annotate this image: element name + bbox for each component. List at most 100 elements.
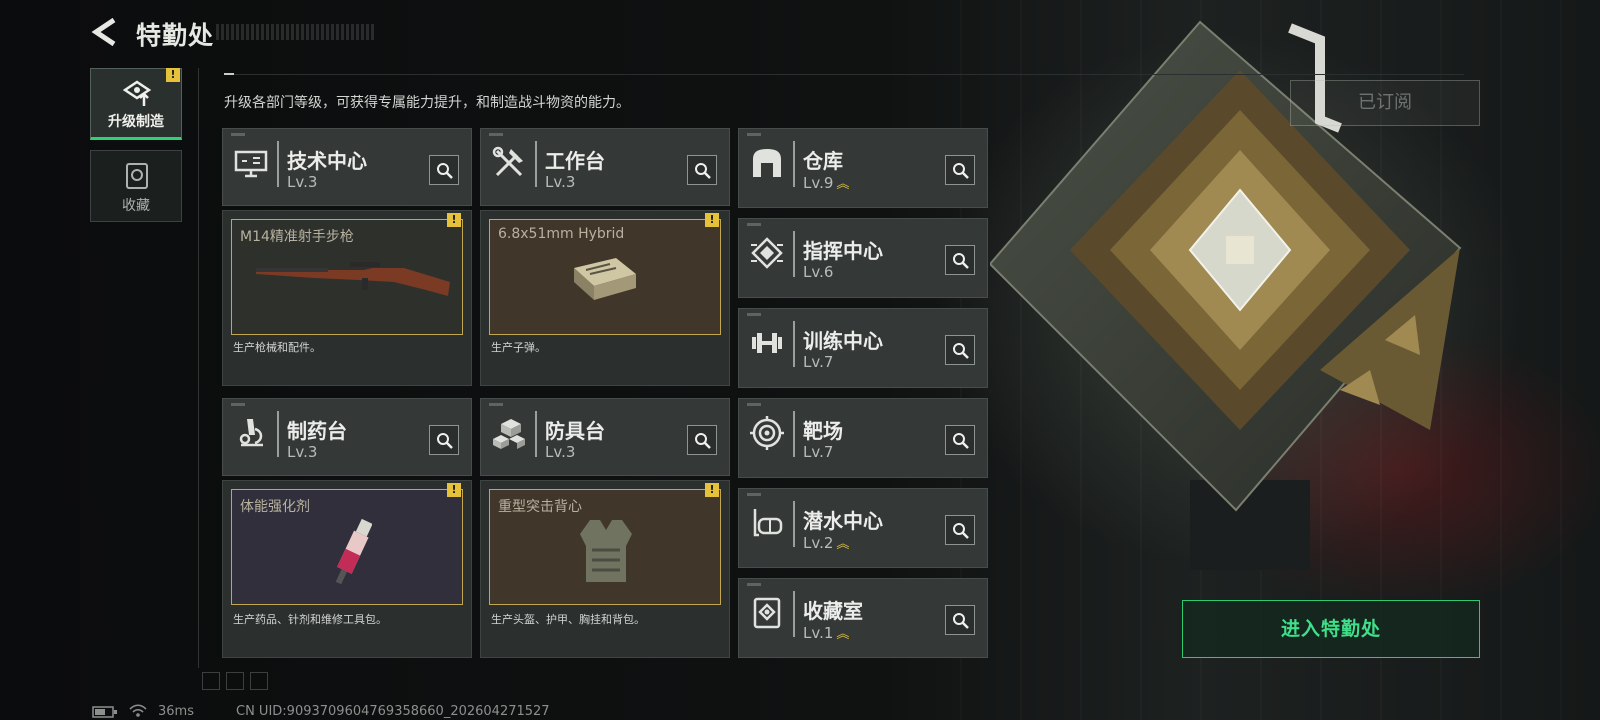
- side-divider: [198, 68, 199, 668]
- product-description: 生产子弹。: [491, 341, 546, 354]
- facility-name: 训练中心: [803, 329, 883, 353]
- facility-level: Lv.1 ︽: [803, 624, 850, 642]
- facility-card-training-center[interactable]: 训练中心 Lv.7: [738, 308, 988, 388]
- subscribed-button[interactable]: 已订阅: [1290, 80, 1480, 126]
- product-description: 生产枪械和配件。: [233, 341, 321, 354]
- search-icon: [695, 433, 711, 449]
- upgrade-available-icon: ︽: [836, 627, 850, 642]
- search-icon: [437, 433, 453, 449]
- facility-name: 仓库: [803, 149, 843, 173]
- inspect-button[interactable]: [945, 425, 975, 455]
- search-icon: [953, 343, 969, 359]
- inspect-button[interactable]: [429, 425, 459, 455]
- warning-badge: !: [447, 483, 461, 497]
- inspect-button[interactable]: [945, 335, 975, 365]
- warning-badge: !: [166, 68, 180, 82]
- facility-card-shooting-range[interactable]: 靶场 Lv.7: [738, 398, 988, 478]
- warning-badge: !: [447, 213, 461, 227]
- facility-card-diving-center[interactable]: 潜水中心 Lv.2 ︽: [738, 488, 988, 568]
- facility-level: Lv.3: [287, 443, 318, 461]
- facility-name: 工作台: [545, 149, 605, 173]
- facility-name: 防具台: [545, 419, 605, 443]
- product-description: 生产头盔、护甲、胸挂和背包。: [491, 613, 645, 626]
- product-slot[interactable]: 重型突击背心: [489, 489, 721, 605]
- cubes-icon: [493, 419, 525, 449]
- facility-level: Lv.7: [803, 443, 834, 461]
- inspect-button[interactable]: [945, 155, 975, 185]
- card-corner-mark: [747, 403, 761, 406]
- collection-icon: [753, 597, 781, 629]
- inspect-button[interactable]: [945, 515, 975, 545]
- collection-icon: [126, 163, 148, 189]
- inspect-button[interactable]: [429, 155, 459, 185]
- card-corner-mark: [747, 133, 761, 136]
- search-icon: [695, 163, 711, 179]
- inspect-button[interactable]: [687, 155, 717, 185]
- decor-square: [202, 672, 220, 690]
- diving-mask-icon: [753, 509, 783, 537]
- card-corner-mark: [747, 223, 761, 226]
- monitor-icon: [234, 150, 268, 178]
- card-separator: [535, 411, 537, 457]
- product-slot[interactable]: 体能强化剂: [231, 489, 463, 605]
- warning-badge: !: [705, 483, 719, 497]
- product-name: 重型突击背心: [498, 499, 582, 515]
- search-icon: [953, 433, 969, 449]
- ammo-box-icon: [574, 258, 636, 300]
- side-tab-label: 收藏: [122, 198, 150, 214]
- side-tab-collection[interactable]: 收藏: [90, 150, 182, 222]
- facility-name: 收藏室: [803, 599, 863, 623]
- vest-icon: [580, 520, 632, 582]
- card-corner-mark: [489, 133, 503, 136]
- facility-level: Lv.2 ︽: [803, 534, 850, 552]
- facility-card-workbench[interactable]: 工作台 Lv.3: [480, 128, 730, 206]
- card-corner-mark: [747, 493, 761, 496]
- card-separator: [277, 411, 279, 457]
- battery-icon: [92, 706, 117, 718]
- warehouse-icon: [753, 149, 781, 177]
- dumbbell-icon: [752, 333, 782, 353]
- facility-card-command-center[interactable]: 指挥中心 Lv.6: [738, 218, 988, 298]
- card-separator: [277, 141, 279, 187]
- side-tab-label: 升级制造: [108, 114, 164, 130]
- card-separator: [793, 321, 795, 367]
- card-corner-mark: [747, 583, 761, 586]
- card-separator: [793, 141, 795, 187]
- product-name: 体能强化剂: [240, 499, 310, 515]
- card-corner-mark: [231, 133, 245, 136]
- product-slot[interactable]: M14精准射手步枪: [231, 219, 463, 335]
- inspect-button[interactable]: [687, 425, 717, 455]
- search-icon: [953, 613, 969, 629]
- search-icon: [953, 253, 969, 269]
- chip-icon: [751, 237, 783, 269]
- product-slot[interactable]: 6.8x51mm Hybrid: [489, 219, 721, 335]
- inspect-button[interactable]: [945, 605, 975, 635]
- facility-card-armor-bench[interactable]: 防具台 Lv.3: [480, 398, 730, 476]
- search-icon: [953, 163, 969, 179]
- page-description: 升级各部门等级，可获得专属能力提升，和制造战斗物资的能力。: [224, 95, 630, 111]
- product-panel-pharmacy: 体能强化剂 ! 生产药品、针剂和维修工具包。: [222, 480, 472, 658]
- facility-name: 技术中心: [287, 149, 367, 173]
- facility-card-pharmacy[interactable]: 制药台 Lv.3: [222, 398, 472, 476]
- facility-name: 靶场: [803, 419, 843, 443]
- card-corner-mark: [747, 313, 761, 316]
- enter-special-ops-button[interactable]: 进入特勤处: [1182, 600, 1480, 658]
- search-icon: [953, 523, 969, 539]
- inspect-button[interactable]: [945, 245, 975, 275]
- product-name: 6.8x51mm Hybrid: [498, 226, 625, 242]
- wifi-icon: [129, 704, 147, 717]
- back-button[interactable]: [88, 14, 124, 50]
- card-corner-mark: [231, 403, 245, 406]
- facility-level: Lv.3: [545, 173, 576, 191]
- facility-level: Lv.3: [287, 173, 318, 191]
- facility-level: Lv.3: [545, 443, 576, 461]
- ping-readout: 36ms: [158, 704, 194, 719]
- warning-badge: !: [705, 213, 719, 227]
- product-panel-workbench: 6.8x51mm Hybrid ! 生产子弹。: [480, 210, 730, 386]
- side-tab-upgrade-manufacture[interactable]: 升级制造 !: [90, 68, 182, 140]
- facility-card-collection-room[interactable]: 收藏室 Lv.1 ︽: [738, 578, 988, 658]
- facility-card-warehouse[interactable]: 仓库 Lv.9 ︽: [738, 128, 988, 208]
- product-panel-tech-center: M14精准射手步枪 ! 生产枪械和配件。: [222, 210, 472, 386]
- facility-card-tech-center[interactable]: 技术中心 Lv.3: [222, 128, 472, 206]
- uid-readout: CN UID:9093709604769358660_202604271527: [236, 704, 550, 719]
